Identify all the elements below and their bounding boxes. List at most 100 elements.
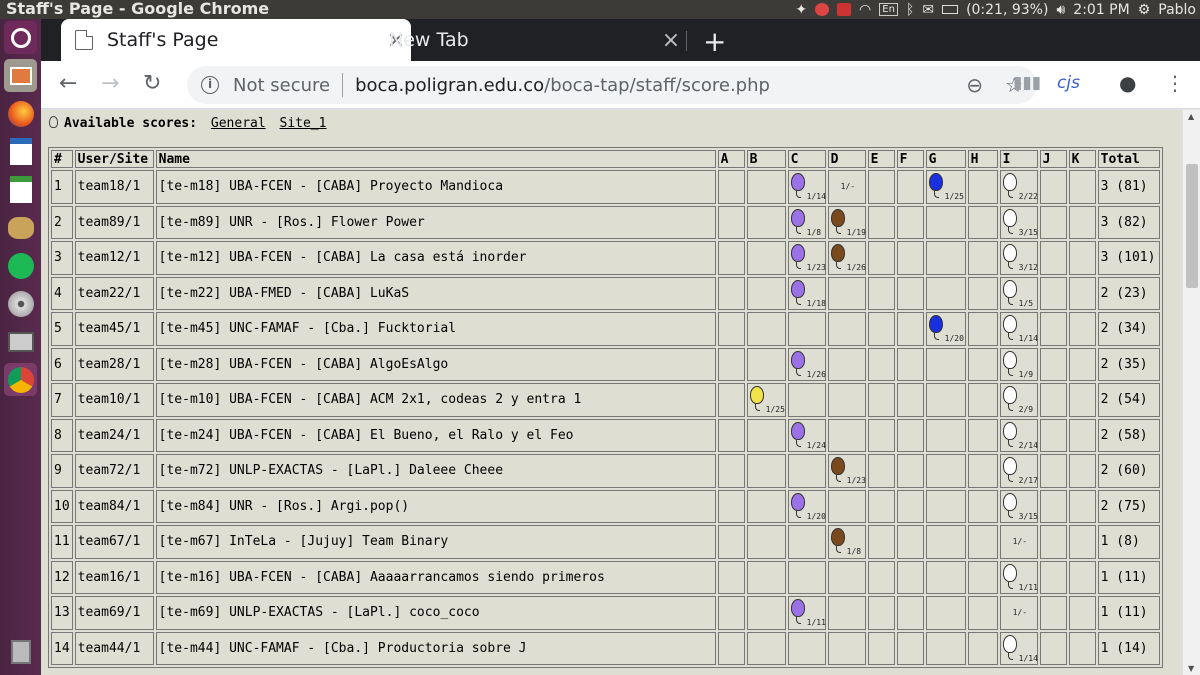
- ubuntu-logo-icon[interactable]: [4, 21, 37, 54]
- user-site-cell: team16/1: [74, 560, 154, 594]
- team-name-cell: [te-m28] UBA-FCEN - [CABA] AlgoEsAlgo: [155, 347, 716, 381]
- user-site-cell: team44/1: [74, 631, 154, 665]
- column-header-c: C: [787, 150, 826, 168]
- table-row: 1 team18/1 [te-m18] UBA-FCEN - [CABA] Proy…: [51, 170, 1160, 204]
- rank-cell: 5: [51, 312, 73, 346]
- attempts-time: 1/20: [944, 334, 964, 343]
- column-header-a: A: [717, 150, 745, 168]
- problem-i-cell: 2/14: [999, 418, 1038, 452]
- tab-staffs-page[interactable]: Staff's Page ×: [61, 19, 411, 61]
- problem-k-cell: [1068, 205, 1096, 239]
- table-header-row: # User/Site Name A B C D E F G H I J K Total: [51, 150, 1160, 168]
- page-scrollbar[interactable]: ▲ ▼: [1182, 110, 1200, 675]
- system-tray: ✦ ◠ En ᛒ ✉ (0:21, 93%) 🔊︎ 2:01 PM ⚙ Pabl…: [795, 0, 1196, 19]
- mail-icon[interactable]: ✉: [922, 2, 934, 18]
- table-row: 4 team22/1 [te-m22] UBA-FMED - [CABA] LuKa…: [51, 276, 1160, 310]
- problem-f-cell: [896, 205, 924, 239]
- problem-f-cell: [896, 383, 924, 417]
- security-status[interactable]: Not secure: [233, 75, 330, 96]
- brown-balloon-icon: [830, 208, 845, 234]
- scroll-up-arrow-icon[interactable]: ▲: [1188, 112, 1194, 121]
- column-header-total: Total: [1097, 150, 1160, 168]
- chrome-icon[interactable]: [4, 363, 37, 396]
- printer-icon[interactable]: [4, 325, 37, 358]
- problem-j-cell: [1039, 489, 1067, 523]
- problem-b-cell: [746, 631, 786, 665]
- rank-cell: 8: [51, 418, 73, 452]
- writer-icon[interactable]: [4, 135, 37, 168]
- blue-balloon-icon: [928, 173, 943, 198]
- forward-button[interactable]: →: [101, 71, 119, 96]
- reload-button[interactable]: ↻: [143, 71, 161, 96]
- gimp-icon[interactable]: [4, 211, 37, 244]
- attempts-time: 1/-: [840, 182, 856, 191]
- tab-label: Staff's Page: [107, 29, 219, 51]
- problem-j-cell: [1039, 205, 1067, 239]
- address-bar[interactable]: i Not secure boca.poligran.edu.co/boca-t…: [187, 66, 1037, 104]
- tab-label: New Tab: [389, 29, 469, 51]
- new-tab-button[interactable]: +: [703, 25, 726, 58]
- team-name-cell: [te-m16] UBA-FCEN - [CABA] Aaaaarrancamo…: [155, 560, 716, 594]
- disc-icon[interactable]: [4, 287, 37, 320]
- wifi-icon[interactable]: ◠: [859, 2, 871, 18]
- white-balloon-icon: [1002, 634, 1017, 660]
- volume-icon[interactable]: 🔊︎: [1056, 2, 1065, 18]
- trash-icon[interactable]: [4, 635, 37, 668]
- problem-d-cell: 1/23: [827, 454, 866, 488]
- total-cell: 2 (23): [1097, 276, 1160, 310]
- files-icon[interactable]: [4, 59, 37, 92]
- user-name[interactable]: Pablo: [1158, 2, 1196, 18]
- problem-g-cell: [925, 205, 966, 239]
- calc-icon[interactable]: [4, 173, 37, 206]
- attempts-time: 2/9: [1018, 405, 1034, 414]
- zoom-icon[interactable]: ⊖: [966, 73, 983, 97]
- scrollbar-thumb[interactable]: [1186, 164, 1198, 288]
- bluetooth-icon[interactable]: ᛒ: [906, 2, 914, 18]
- dropbox-icon[interactable]: ✦: [795, 2, 807, 18]
- battery-icon[interactable]: [942, 5, 959, 14]
- attempts-time: 1/18: [806, 298, 826, 308]
- user-site-cell: team28/1: [74, 347, 154, 381]
- problem-f-cell: [896, 631, 924, 665]
- site-info-icon[interactable]: i: [201, 76, 219, 94]
- scroll-down-arrow-icon[interactable]: ▼: [1188, 664, 1194, 673]
- problem-i-cell: 1/14: [999, 312, 1038, 346]
- attempts-time: 1/25: [765, 405, 785, 414]
- account-avatar-icon[interactable]: ●: [1119, 71, 1136, 95]
- problem-g-cell: [925, 560, 966, 594]
- link-site-1[interactable]: Site_1: [280, 116, 327, 131]
- back-button[interactable]: ←: [59, 71, 77, 96]
- team-name-cell: [te-m10] UBA-FCEN - [CABA] ACM 2x1, code…: [155, 383, 716, 417]
- app-tray-icon[interactable]: [837, 3, 852, 16]
- extension-cjs[interactable]: cjs: [1057, 73, 1080, 93]
- clock[interactable]: 2:01 PM: [1073, 2, 1129, 18]
- settings-gear-icon[interactable]: ⚙: [1138, 2, 1151, 18]
- extension-chart-icon[interactable]: ▮▮▮: [1013, 73, 1041, 93]
- tab-new-tab[interactable]: New Tab ×: [381, 19, 686, 61]
- close-tab-icon[interactable]: ×: [656, 28, 686, 53]
- link-general[interactable]: General: [211, 116, 266, 131]
- url-host: boca.poligran.edu.co: [355, 74, 545, 96]
- problem-g-cell: [925, 525, 966, 559]
- problem-c-cell: [787, 560, 826, 594]
- attempts-time: 1/14: [1018, 334, 1038, 343]
- attempts-time: 1/8: [846, 547, 862, 556]
- attempts-time: 3/12: [1018, 263, 1038, 272]
- chrome-menu-icon[interactable]: ⋮: [1165, 71, 1185, 95]
- problem-k-cell: [1068, 383, 1096, 417]
- battery-status[interactable]: (0:21, 93%): [966, 2, 1048, 18]
- spotify-icon[interactable]: [4, 249, 37, 282]
- column-header-i: I: [999, 150, 1038, 168]
- problem-i-cell: 2/22: [999, 170, 1038, 204]
- total-cell: 2 (35): [1097, 347, 1160, 381]
- problem-b-cell: [746, 596, 786, 630]
- rank-cell: 3: [51, 241, 73, 275]
- column-header-user-site: User/Site: [74, 150, 154, 168]
- problem-h-cell: [967, 241, 998, 275]
- keyboard-lang-indicator[interactable]: En: [879, 3, 898, 16]
- firefox-icon[interactable]: [4, 97, 37, 130]
- table-row: 11 team67/1 [te-m67] InTeLa - [Jujuy] Team…: [51, 525, 1160, 559]
- problem-d-cell: [827, 383, 866, 417]
- chrome-tray-icon[interactable]: [815, 3, 830, 16]
- problem-j-cell: [1039, 241, 1067, 275]
